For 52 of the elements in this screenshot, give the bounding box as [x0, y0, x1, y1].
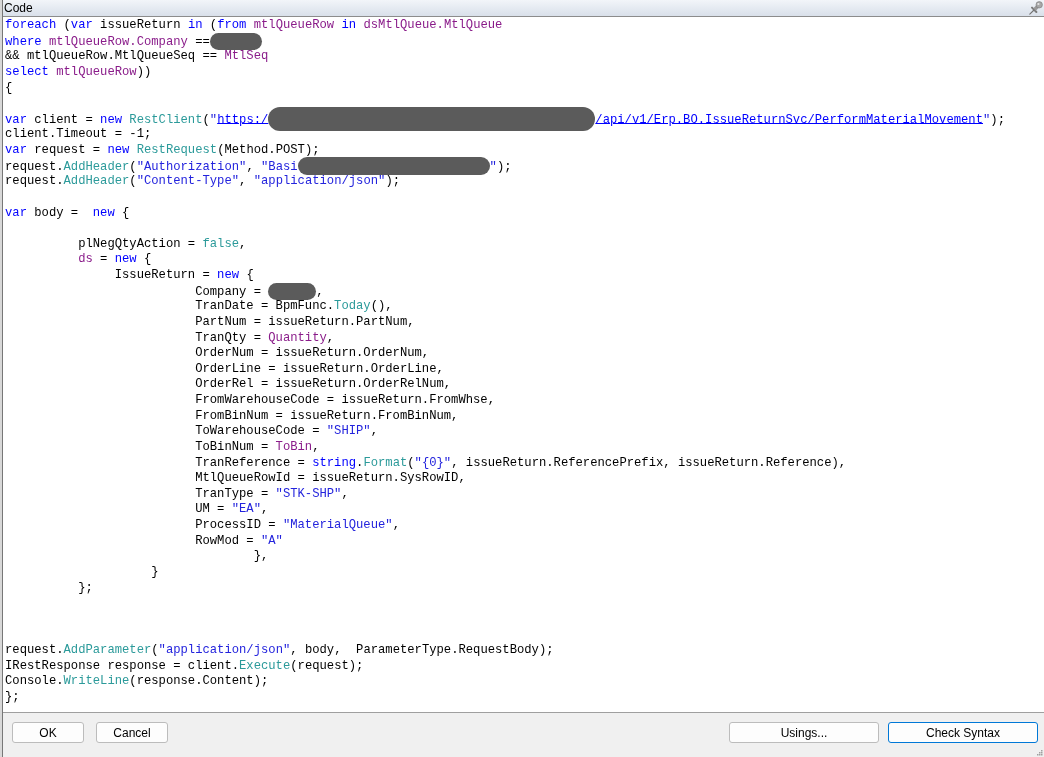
- url-link[interactable]: https:/: [217, 112, 269, 127]
- pin-icon[interactable]: [1029, 1, 1043, 15]
- code-text: ");: [489, 159, 512, 174]
- url-link[interactable]: /api/v1/Erp.BO.IssueReturnSvc/PerformMaterialMovement: [595, 112, 983, 127]
- code-line: OrderLine = issueReturn.OrderLine,: [195, 361, 444, 378]
- code-line: IssueReturn = new {: [114, 268, 254, 284]
- code-line: foreach (var issueReturn in (from mtlQueueRow in dsMtlQueue.MtlQueue: [5, 18, 503, 34]
- code-line: Console.WriteLine(response.Content);: [5, 674, 269, 690]
- code-line: {: [5, 80, 13, 97]
- code-line: };: [78, 580, 93, 597]
- dialog-button[interactable]: Usings...: [729, 722, 879, 743]
- code-line: plNegQtyAction = false,: [78, 236, 247, 253]
- code-line: request.AddHeader("Content-Type", "application/json");: [5, 174, 400, 190]
- code-line: TranType = "STK-SHP",: [195, 486, 349, 503]
- code-text: ,: [316, 284, 324, 299]
- code-line: PartNum = issueReturn.PartNum,: [195, 314, 415, 331]
- code-line: OrderRel = issueReturn.OrderRelNum,: [195, 377, 452, 393]
- code-line: };: [5, 689, 20, 706]
- code-line: client.Timeout = -1;: [5, 127, 152, 143]
- code-line: var body = new {: [5, 205, 130, 222]
- code-line: TranDate = BpmFunc.Today(),: [195, 299, 393, 315]
- redaction-mark: [268, 282, 317, 300]
- code-line: ToBinNum = ToBin,: [195, 439, 320, 456]
- redaction-mark: [209, 32, 262, 50]
- code-line: IRestResponse response = client.Execute(request);: [5, 658, 364, 675]
- code-line: RowMod = "A": [195, 533, 283, 550]
- code-line: OrderNum = issueReturn.OrderNum,: [195, 346, 430, 362]
- code-line: FromWarehouseCode = issueReturn.FromWhse,: [195, 393, 495, 409]
- code-line: var request = new RestRequest(Method.POST);: [5, 143, 320, 159]
- dialog-button[interactable]: Cancel: [96, 722, 168, 743]
- code-text: var client = new RestClient(": [5, 112, 218, 127]
- dialog-button[interactable]: OK: [12, 722, 84, 743]
- code-line: && mtlQueueRow.MtlQueueSeq == MtlSeq: [5, 49, 269, 65]
- resize-grip-icon[interactable]: [1036, 749, 1043, 756]
- code-text: request.AddHeader("Authorization", "Basi: [5, 159, 298, 174]
- code-line: UM = "EA",: [195, 502, 269, 518]
- code-line: MtlQueueRowId = issueReturn.SysRowID,: [195, 471, 466, 487]
- dialog-button[interactable]: Check Syntax: [888, 722, 1038, 743]
- code-line: }: [151, 564, 159, 581]
- code-text: ");: [983, 112, 1005, 127]
- code-line: select mtlQueueRow)): [5, 64, 152, 81]
- code-text: Company =: [195, 284, 262, 299]
- code-line: TranReference = string.Format("{0}", issueReturn.ReferencePrefix, issueReturn.Reference),: [195, 455, 847, 472]
- code-line: ToWarehouseCode = "SHIP",: [195, 424, 378, 440]
- window-title: Code: [4, 1, 33, 15]
- code-line: FromBinNum = issueReturn.FromBinNum,: [195, 408, 459, 425]
- code-line: ProcessID = "MaterialQueue",: [195, 518, 400, 534]
- code-line: ds = new {: [78, 252, 152, 268]
- code-line: },: [253, 549, 269, 565]
- code-line: request.AddParameter("application/json", body, ParameterType.RequestBody);: [5, 643, 554, 659]
- code-text: where mtlQueueRow.Company ==: [5, 34, 210, 49]
- code-line: TranQty = Quantity,: [195, 330, 335, 347]
